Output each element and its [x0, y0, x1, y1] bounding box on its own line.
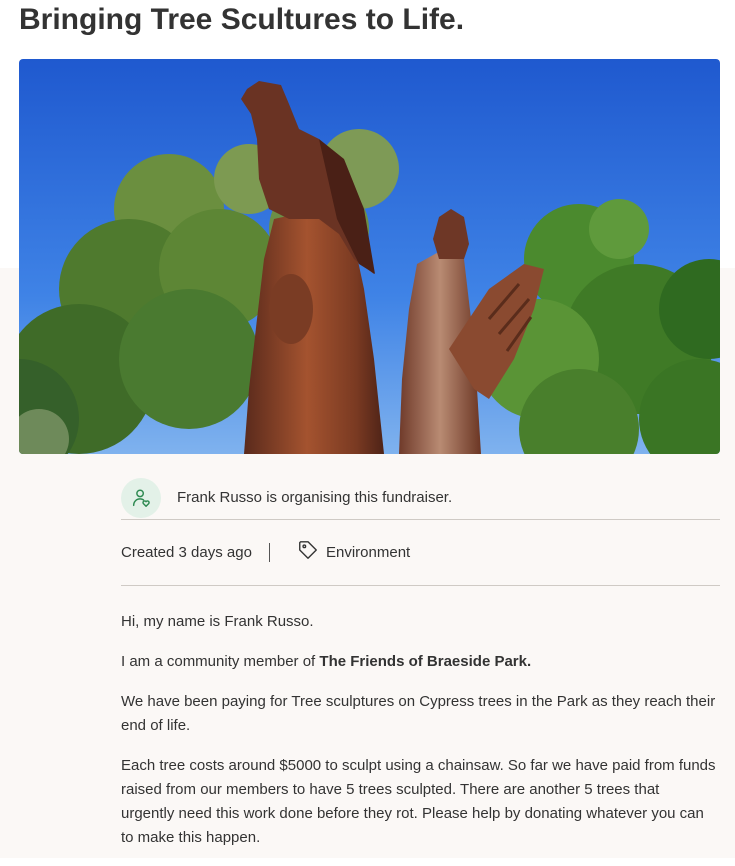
- fundraiser-meta: Created 3 days ago Environment: [121, 540, 720, 586]
- person-heart-icon: [121, 478, 161, 518]
- created-date: Created 3 days ago: [121, 544, 252, 561]
- story-paragraph: Each tree costs around $5000 to sculpt u…: [121, 757, 716, 846]
- tag-icon: [297, 539, 319, 566]
- story-paragraph: I am a community member of The Friends o…: [121, 653, 532, 670]
- story-paragraph: Hi, my name is Frank Russo.: [121, 613, 314, 630]
- category-label: Environment: [326, 543, 411, 561]
- organiser-text: Frank Russo is organising this fundraise…: [177, 489, 453, 506]
- organiser-row: Frank Russo is organising this fundraise…: [121, 478, 720, 520]
- story-body: Hi, my name is Frank Russo. I am a commu…: [121, 610, 716, 866]
- meta-divider: [269, 543, 270, 562]
- hero-image[interactable]: [19, 59, 720, 454]
- category-link[interactable]: Environment: [297, 540, 410, 564]
- page-title: Bringing Tree Scultures to Life.: [19, 3, 465, 36]
- tree-sculpture-photo: [19, 59, 720, 454]
- organisation-name: The Friends of Braeside Park.: [319, 653, 532, 670]
- story-paragraph: We have been paying for Tree sculptures …: [121, 693, 716, 734]
